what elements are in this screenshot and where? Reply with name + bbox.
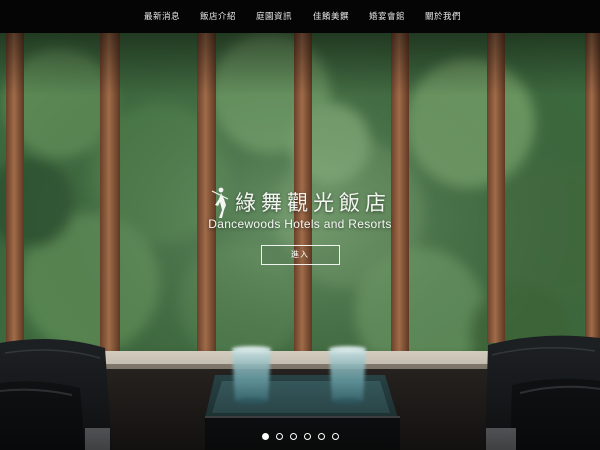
nav-item-hotel-intro[interactable]: 飯店介紹: [200, 10, 236, 22]
nav-item-news[interactable]: 最新消息: [144, 10, 180, 22]
enter-button[interactable]: 進入: [260, 245, 340, 265]
slider-dot[interactable]: [317, 433, 325, 440]
nav-item-about-us[interactable]: 關於我們: [425, 10, 461, 22]
hero-slideshow: 綠舞觀光飯店 Dancewoods Hotels and Resorts 進入: [0, 33, 600, 450]
slider-dot[interactable]: [289, 433, 297, 440]
slider-dot[interactable]: [275, 433, 283, 440]
nav-item-cuisine[interactable]: 佳餚美饌: [313, 10, 349, 22]
slider-pagination: [0, 433, 600, 440]
brand-name-chinese: 綠舞觀光飯店: [235, 191, 391, 215]
brand-block: 綠舞觀光飯店 Dancewoods Hotels and Resorts 進入: [0, 185, 600, 265]
slider-dot[interactable]: [331, 433, 339, 440]
top-navigation: 最新消息 飯店介紹 庭園資訊 佳餚美饌 婚宴會館 關於我們: [0, 0, 600, 33]
dancer-logo-icon: [211, 187, 229, 218]
nav-item-garden-info[interactable]: 庭園資訊: [256, 10, 292, 22]
brand-name-english: Dancewoods Hotels and Resorts: [208, 217, 392, 231]
slider-dot[interactable]: [303, 433, 311, 440]
nav-item-wedding-hall[interactable]: 婚宴會館: [369, 10, 405, 22]
slider-dot[interactable]: [261, 433, 269, 440]
